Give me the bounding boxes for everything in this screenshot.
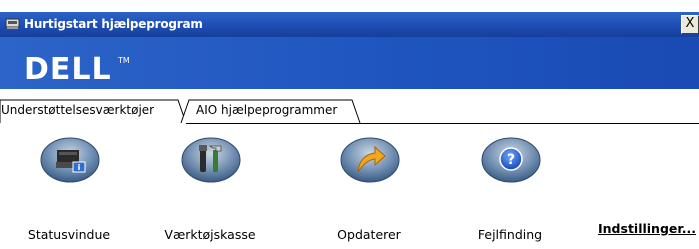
title-bar[interactable]: Hurtigstart hjælpeprogram X (0, 12, 699, 37)
svg-text:?: ? (507, 152, 515, 168)
dell-logo-trademark: TM (117, 56, 130, 65)
question-mark-icon: ? (481, 137, 541, 183)
svg-text:i: i (78, 163, 81, 172)
app-icon (5, 18, 20, 29)
settings-link[interactable]: Indstillinger... (598, 221, 696, 236)
printer-info-icon: i (40, 137, 100, 183)
updater-button[interactable]: Opdaterer (309, 132, 429, 247)
dell-logo: DELL TM (24, 52, 130, 82)
tab-aio-utilities-label: AIO hjælpeprogrammer (196, 103, 338, 117)
tab-support-tools-label: Understøttelsesværktøjer (1, 103, 155, 117)
updater-label: Opdaterer (337, 227, 401, 242)
dell-logo-text: DELL (24, 52, 112, 82)
close-icon: X (685, 16, 695, 31)
toolbox-label: Værktøjskasse (164, 227, 256, 242)
status-window-label: Statusvindue (27, 227, 111, 242)
toolbox-button[interactable]: Værktøjskasse (150, 132, 270, 247)
close-button[interactable]: X (681, 15, 699, 34)
toolbox-icon (181, 137, 241, 183)
troubleshooting-button[interactable]: ? Fejlfinding (450, 132, 570, 247)
troubleshooting-label: Fejlfinding (477, 227, 543, 242)
status-window-button[interactable]: i Statusvindue (9, 132, 129, 247)
quick-launch-window: Hurtigstart hjælpeprogram X DELL TM Unde… (0, 0, 699, 249)
update-arrow-icon (340, 137, 400, 183)
banner-divider (0, 89, 699, 93)
window-title: Hurtigstart hjælpeprogram (24, 17, 203, 31)
